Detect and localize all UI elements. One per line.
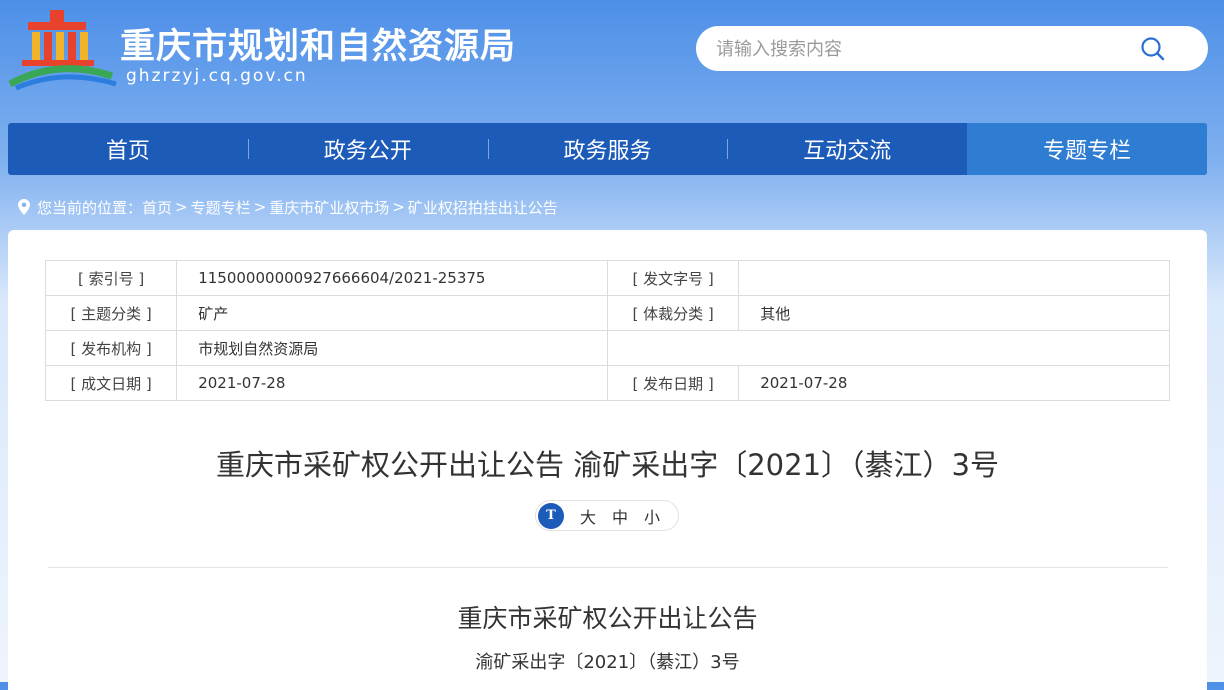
breadcrumb-home[interactable]: 首页 <box>142 197 172 218</box>
nav-item-interaction[interactable]: 互动交流 <box>727 123 967 175</box>
nav-item-gov-services[interactable]: 政务服务 <box>487 123 728 175</box>
location-pin-icon <box>18 199 30 215</box>
government-building-logo-icon <box>8 10 117 91</box>
search-icon[interactable] <box>1140 36 1166 62</box>
site-title: 重庆市规划和自然资源局 <box>120 27 517 67</box>
meta-value-written-date: 2021-07-28 <box>176 365 608 401</box>
meta-empty-cell <box>606 330 1171 366</box>
meta-value-index: 11500000000927666604/2021-25375 <box>176 260 608 296</box>
content-divider <box>48 567 1168 568</box>
meta-value-genre: 其他 <box>738 295 1170 331</box>
site-logo[interactable] <box>8 8 118 91</box>
content-panel: [ 索引号 ] 11500000000927666604/2021-25375 … <box>8 230 1207 690</box>
search-box <box>696 26 1208 73</box>
breadcrumb-mining-rights-market[interactable]: 重庆市矿业权市场 <box>269 197 389 218</box>
font-size-small-button[interactable]: 小 <box>644 504 660 528</box>
meta-label-publisher: [ 发布机构 ] <box>44 330 178 366</box>
meta-label-genre: [ 体裁分类 ] <box>606 295 740 331</box>
breadcrumb-special-topics[interactable]: 专题专栏 <box>191 197 251 218</box>
breadcrumb: 您当前的位置： 首页 > 专题专栏 > 重庆市矿业权市场 > 矿业权招拍挂出让公… <box>18 196 558 218</box>
meta-label-written-date: [ 成文日期 ] <box>44 365 178 401</box>
document-title: 重庆市采矿权公开出让公告 渝矿采出字〔2021〕（綦江）3号 <box>216 448 999 482</box>
table-row: [ 主题分类 ] 矿产 [ 体裁分类 ] 其他 <box>44 295 1170 331</box>
text-size-icon: T <box>538 502 564 529</box>
font-size-medium-button[interactable]: 中 <box>612 504 628 528</box>
article-title: 重庆市采矿权公开出让公告 <box>457 604 758 633</box>
breadcrumb-prefix: 您当前的位置： <box>37 198 143 217</box>
nav-item-gov-affairs-open[interactable]: 政务公开 <box>247 123 488 175</box>
breadcrumb-separator: > <box>175 198 188 216</box>
table-row: [ 发布机构 ] 市规划自然资源局 <box>44 330 1171 366</box>
meta-label-index: [ 索引号 ] <box>44 260 178 296</box>
meta-value-topic: 矿产 <box>176 295 608 331</box>
meta-value-publisher: 市规划自然资源局 <box>176 330 608 366</box>
breadcrumb-separator: > <box>253 198 267 216</box>
meta-label-publish-date: [ 发布日期 ] <box>606 365 740 401</box>
document-meta-table: [ 索引号 ] 11500000000927666604/2021-25375 … <box>44 260 1171 401</box>
table-row: [ 索引号 ] 11500000000927666604/2021-25375 … <box>44 260 1170 296</box>
meta-value-publish-date: 2021-07-28 <box>738 365 1170 401</box>
breadcrumb-auction-notices[interactable]: 矿业权招拍挂出让公告 <box>408 197 558 218</box>
main-nav: 首页 政务公开 政务服务 互动交流 专题专栏 <box>8 123 1207 175</box>
search-input[interactable] <box>714 26 1138 73</box>
meta-label-topic: [ 主题分类 ] <box>44 295 178 331</box>
nav-item-home[interactable]: 首页 <box>8 123 248 175</box>
table-row: [ 成文日期 ] 2021-07-28 [ 发布日期 ] 2021-07-28 <box>44 365 1170 401</box>
nav-item-special-topics[interactable]: 专题专栏 <box>967 123 1207 175</box>
site-domain: ghzrzyj.cq.gov.cn <box>126 66 308 86</box>
font-size-large-button[interactable]: 大 <box>580 504 596 528</box>
breadcrumb-separator: > <box>392 198 405 216</box>
font-size-switcher: T 大 中 小 <box>535 500 679 531</box>
article-subtitle: 渝矿采出字〔2021〕（綦江）3号 <box>475 652 740 673</box>
meta-value-doc-number <box>738 260 1170 296</box>
meta-label-doc-number: [ 发文字号 ] <box>606 260 740 296</box>
